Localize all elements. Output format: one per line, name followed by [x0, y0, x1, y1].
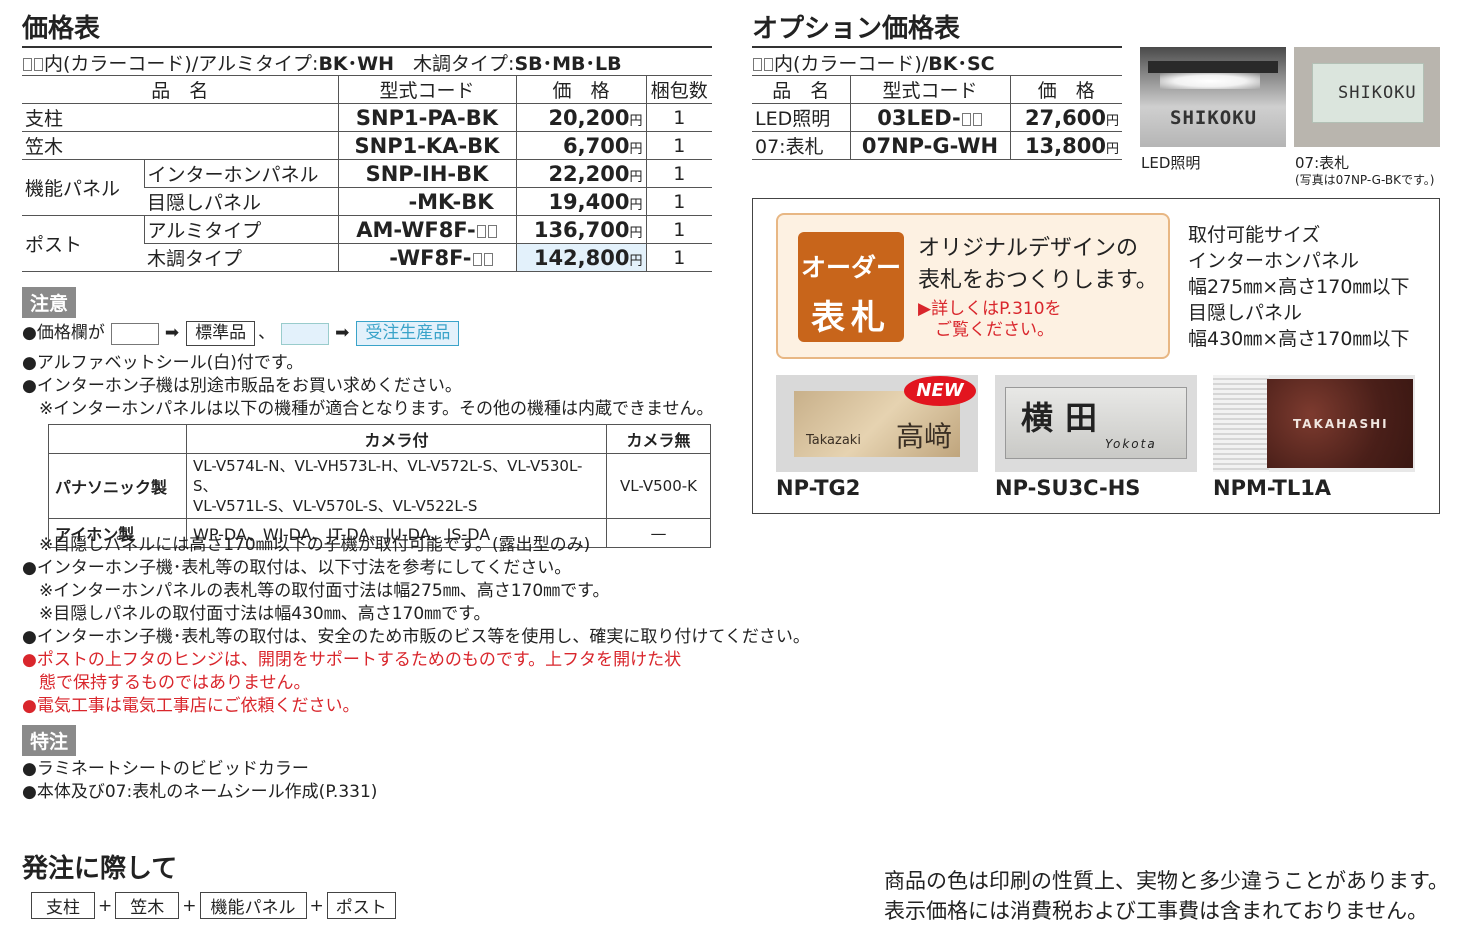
- price-table-title: 価格表: [22, 14, 101, 44]
- table-row: パナソニック製 VL-V574L-N、VL-VH573L-H、VL-V572L-…: [48, 453, 711, 519]
- model-np-tg2: NP-TG2: [776, 476, 861, 500]
- made-to-order-label: 受注生産品: [356, 321, 460, 346]
- table-row: 笠木 SNP1-KA-BK 6,700円 1: [22, 131, 712, 160]
- special-order-label: 特注: [22, 725, 77, 756]
- nameplate-caption-sub: (写真は07NP-G-BKです。): [1295, 173, 1435, 187]
- group-kinou: 機能パネル: [22, 159, 144, 216]
- made-to-order-price: 142,800円: [515, 243, 646, 272]
- caution-label: 注意: [22, 287, 77, 318]
- order-link[interactable]: ▶詳しくはP.310を ご覧ください。: [918, 299, 1062, 341]
- standard-label: 標準品: [186, 321, 256, 346]
- standard-swatch: [110, 322, 159, 345]
- order-nameplate-banner: オーダー 表札 オリジナルデザインの 表札をおつくりします。 ▶詳しくはP.31…: [776, 213, 1170, 359]
- caution-lines: ●アルファベットシール(白)付です。 ●インターホン子機は別途市販品をお買い求め…: [22, 353, 714, 419]
- npm-tl1a-photo: TAKAHASHI: [1213, 375, 1415, 472]
- led-light-photo: SHIKOKU: [1140, 47, 1286, 147]
- intercom-compat-table: カメラ付 カメラ無 パナソニック製 VL-V574L-N、VL-VH573L-H…: [48, 424, 711, 548]
- new-badge: NEW: [904, 376, 976, 406]
- option-color-note: 内(カラーコード)/BK･SC: [752, 49, 995, 76]
- special-order-lines: ●ラミネートシートのビビッドカラー ●本体及び07:表札のネームシール作成(P.…: [22, 759, 378, 802]
- color-code-note: 内(カラーコード)/アルミタイプ:BK･WH 木調タイプ:SB･MB･LB: [22, 49, 622, 76]
- led-caption: LED照明: [1141, 154, 1201, 172]
- disclaimer: 商品の色は印刷の性質上、実物と多少違うことがあります。 表示価格には消費税および…: [884, 869, 1449, 923]
- model-npm-tl1a: NPM-TL1A: [1213, 476, 1332, 500]
- nameplate-caption: 07:表札: [1295, 154, 1350, 172]
- order-items: 支柱 + 笠木 + 機能パネル + ポスト: [28, 892, 399, 919]
- mount-size-info: 取付可能サイズ インターホンパネル 幅275㎜×高さ170㎜以下 目隠しパネル …: [1188, 224, 1410, 350]
- price-legend: ●価格欄が ➡ 標準品 、 ➡ 受注生産品: [22, 321, 462, 346]
- made-to-order-swatch: [281, 322, 330, 345]
- col-header-qty: 梱包数: [645, 75, 712, 104]
- caution-lines-2: ※目隠しパネルには高さ170㎜以下の子機が取付可能です。(露出型のみ) ●インタ…: [22, 535, 810, 716]
- order-text: オリジナルデザインの 表札をおつくりします。: [918, 236, 1158, 293]
- col-header-price: 価 格: [515, 75, 646, 104]
- col-header-code: 型式コード: [337, 75, 516, 104]
- model-np-su3c-hs: NP-SU3C-HS: [995, 476, 1141, 500]
- price-table: 品 名 型式コード 価 格 梱包数 支柱 SNP1-PA-BK 20,200円 …: [22, 75, 712, 272]
- option-table: 品 名 型式コード 価 格 LED照明 03LED- 27,600円 07:表札…: [752, 75, 1122, 160]
- table-row: LED照明 03LED- 27,600円: [752, 103, 1122, 132]
- option-table-title: オプション価格表: [752, 14, 961, 44]
- nameplate-photo: SHIKOKU: [1294, 47, 1440, 147]
- np-su3c-hs-photo: 横田 Yokota: [995, 375, 1197, 472]
- table-row: 機能パネル インターホンパネル SNP-IH-BK 22,200円 1: [22, 159, 712, 216]
- group-post: ポスト: [22, 215, 144, 272]
- table-row: ポスト アルミタイプ AM-WF8F- 136,700円 1: [22, 215, 712, 272]
- col-header-name: 品 名: [22, 75, 338, 104]
- table-row: 07:表札 07NP-G-WH 13,800円: [752, 131, 1122, 160]
- table-row: 支柱 SNP1-PA-BK 20,200円 1: [22, 103, 712, 132]
- order-badge: オーダー 表札: [798, 232, 904, 342]
- order-title: 発注に際して: [22, 854, 178, 884]
